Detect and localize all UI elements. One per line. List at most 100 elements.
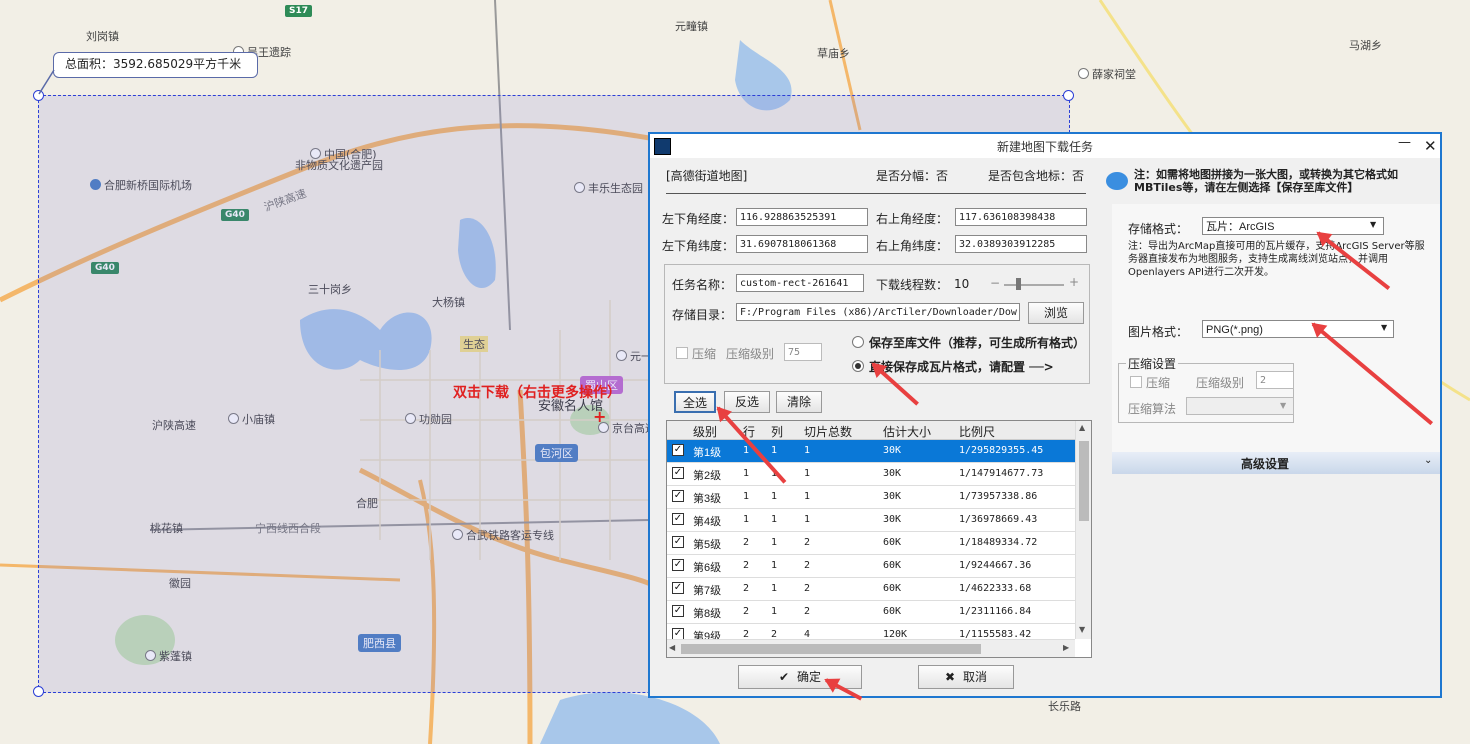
bl-lng-input[interactable]: 116.928863525391 bbox=[736, 208, 868, 226]
table-cell-col: 1 bbox=[771, 583, 778, 594]
bl-lng-label: 左下角经度： bbox=[662, 212, 735, 226]
threads-slider-track[interactable] bbox=[1004, 284, 1064, 286]
table-cell-level: 第6级 bbox=[693, 562, 722, 574]
table-cell-row: 1 bbox=[743, 468, 750, 479]
select-all-button[interactable]: 全选 bbox=[674, 391, 716, 413]
dialog-titlebar[interactable]: 新建地图下载任务 — ✕ bbox=[650, 134, 1440, 158]
bl-lat-label: 左下角纬度： bbox=[662, 239, 735, 253]
expand-icon[interactable]: ⌄ bbox=[1424, 455, 1432, 466]
ok-button[interactable]: ✔ 确定 bbox=[738, 665, 862, 689]
resize-handle[interactable] bbox=[33, 686, 44, 697]
save-library-label[interactable]: 保存至库文件（推荐，可生成所有格式） bbox=[869, 334, 1085, 351]
advanced-settings-bar[interactable]: 高级设置 ⌄ bbox=[1112, 452, 1440, 474]
browse-button[interactable]: 浏览 bbox=[1028, 302, 1084, 324]
row-checkbox[interactable]: ✓ bbox=[672, 444, 684, 456]
close-icon[interactable]: ✕ bbox=[1424, 137, 1437, 155]
row-checkbox[interactable]: ✓ bbox=[672, 559, 684, 571]
table-row[interactable]: ✓ 第1级 1 1 1 30K 1/295829355.45 bbox=[667, 440, 1075, 463]
table-row[interactable]: ✓ 第6级 2 1 2 60K 1/9244667.36 bbox=[667, 555, 1075, 578]
row-checkbox[interactable]: ✓ bbox=[672, 582, 684, 594]
road-shield: S17 bbox=[285, 5, 313, 17]
column-header[interactable]: 比例尺 bbox=[959, 423, 995, 440]
column-header[interactable]: 列 bbox=[771, 423, 783, 440]
scroll-down-icon[interactable]: ▼ bbox=[1079, 625, 1085, 634]
resize-handle[interactable] bbox=[1063, 90, 1074, 101]
scroll-right-icon[interactable]: ▶ bbox=[1063, 643, 1069, 652]
compress-checkbox[interactable] bbox=[676, 347, 688, 359]
compress-algo-select[interactable] bbox=[1186, 397, 1294, 415]
table-row[interactable]: ✓ 第4级 1 1 1 30K 1/36978669.43 bbox=[667, 509, 1075, 532]
scroll-thumb[interactable] bbox=[1079, 441, 1089, 521]
chevron-down-icon[interactable]: ▼ bbox=[1381, 323, 1387, 332]
table-cell-col: 1 bbox=[771, 537, 778, 548]
row-checkbox[interactable]: ✓ bbox=[672, 467, 684, 479]
table-row[interactable]: ✓ 第8级 2 1 2 60K 1/2311166.84 bbox=[667, 601, 1075, 624]
table-cell-level: 第4级 bbox=[693, 516, 722, 528]
bl-lat-input[interactable]: 31.6907818061368 bbox=[736, 235, 868, 253]
scroll-left-icon[interactable]: ◀ bbox=[669, 643, 675, 652]
image-format-select[interactable]: PNG(*.png) bbox=[1202, 320, 1394, 338]
save-tiles-radio[interactable] bbox=[852, 360, 864, 372]
table-row[interactable]: ✓第2级11130K1/147914677.73 bbox=[667, 463, 1075, 486]
table-cell-row: 2 bbox=[743, 606, 750, 617]
threads-increment[interactable]: + bbox=[1069, 275, 1079, 289]
divider bbox=[666, 193, 1086, 194]
chevron-down-icon[interactable]: ▼ bbox=[1280, 401, 1286, 410]
ok-label: 确定 bbox=[797, 670, 822, 684]
table-cell-scale: 1/4622333.68 bbox=[959, 583, 1032, 594]
table-row[interactable]: ✓ 第5级 2 1 2 60K 1/18489334.72 bbox=[667, 532, 1075, 555]
scroll-up-icon[interactable]: ▲ bbox=[1079, 423, 1085, 432]
new-download-task-dialog: 新建地图下载任务 — ✕ [高德街道地图] 是否分幅：否 是否包含地标：否 左下… bbox=[648, 132, 1442, 698]
compress2-checkbox[interactable] bbox=[1130, 376, 1142, 388]
table-cell-level: 第5级 bbox=[693, 539, 722, 551]
table-cell-total: 1 bbox=[804, 468, 811, 479]
minimize-button[interactable]: — bbox=[1398, 135, 1411, 150]
table-cell-row: 2 bbox=[743, 583, 750, 594]
row-checkbox[interactable]: ✓ bbox=[672, 536, 684, 548]
column-header[interactable]: 切片总数 bbox=[804, 423, 852, 440]
table-row[interactable]: ✓ 第3级 1 1 1 30K 1/73957338.86 bbox=[667, 486, 1075, 509]
table-row[interactable]: ✓ 第7级 2 1 2 60K 1/4622333.68 bbox=[667, 578, 1075, 601]
column-header[interactable]: 级别 bbox=[693, 423, 717, 440]
chevron-down-icon[interactable]: ▼ bbox=[1370, 220, 1376, 229]
storage-format-select[interactable]: 瓦片：ArcGIS bbox=[1202, 217, 1384, 235]
table-cell-size: 30K bbox=[883, 445, 902, 456]
clear-selection-button[interactable]: 清除 bbox=[776, 391, 822, 413]
row-checkbox[interactable]: ✓ bbox=[672, 490, 684, 502]
table-cell-level: 第7级 bbox=[693, 585, 722, 597]
image-format-label: 图片格式： bbox=[1128, 325, 1189, 339]
compress-level-input[interactable]: 75 bbox=[784, 343, 822, 361]
advanced-settings-label: 高级设置 bbox=[1240, 457, 1289, 471]
column-header[interactable]: 估计大小 bbox=[883, 423, 931, 440]
dir-input[interactable]: F:/Program Files (x86)/ArcTiler/Download… bbox=[736, 303, 1020, 321]
table-cell-scale: 1/73957338.86 bbox=[959, 491, 1038, 502]
row-checkbox[interactable]: ✓ bbox=[672, 605, 684, 617]
table-cell-row: 2 bbox=[743, 560, 750, 571]
tr-lat-label: 右上角纬度： bbox=[876, 239, 949, 253]
cancel-button[interactable]: ✖ 取消 bbox=[918, 665, 1014, 689]
table-cell-row: 2 bbox=[743, 537, 750, 548]
task-name-label: 任务名称： bbox=[672, 278, 733, 292]
cancel-x-icon: ✖ bbox=[944, 670, 956, 684]
row-checkbox[interactable]: ✓ bbox=[672, 513, 684, 525]
threads-slider-thumb[interactable] bbox=[1016, 278, 1021, 290]
place-label: 刘岗镇 bbox=[86, 30, 119, 43]
vertical-scrollbar[interactable]: ▲ ▼ bbox=[1075, 421, 1091, 639]
tr-lng-input[interactable]: 117.636108398438 bbox=[955, 208, 1087, 226]
zoom-level-table: 级别 行 列 切片总数 估计大小 比例尺 ✓ 第1级 1 1 1 30K 1/2958293… bbox=[666, 420, 1092, 658]
save-library-radio[interactable] bbox=[852, 336, 864, 348]
split-status: 是否分幅：否 bbox=[876, 169, 949, 183]
compress-label: 压缩 bbox=[692, 347, 717, 361]
table-cell-scale: 1/18489334.72 bbox=[959, 537, 1038, 548]
compress-algo-label: 压缩算法 bbox=[1128, 402, 1177, 416]
tr-lat-input[interactable]: 32.0389303912285 bbox=[955, 235, 1087, 253]
table-cell-level: 第8级 bbox=[693, 608, 722, 620]
task-name-input[interactable]: custom-rect-261641 bbox=[736, 274, 864, 292]
table-cell-col: 1 bbox=[771, 491, 778, 502]
horizontal-scrollbar[interactable]: ◀ ▶ bbox=[667, 639, 1075, 657]
scroll-thumb[interactable] bbox=[681, 644, 981, 654]
save-tiles-label[interactable]: 直接保存成瓦片格式，请配置 ──> bbox=[869, 358, 1054, 375]
threads-decrement[interactable]: − bbox=[990, 276, 1000, 290]
compress2-level-input[interactable]: 2 bbox=[1256, 371, 1294, 389]
crosshair-icon: + bbox=[593, 407, 607, 426]
